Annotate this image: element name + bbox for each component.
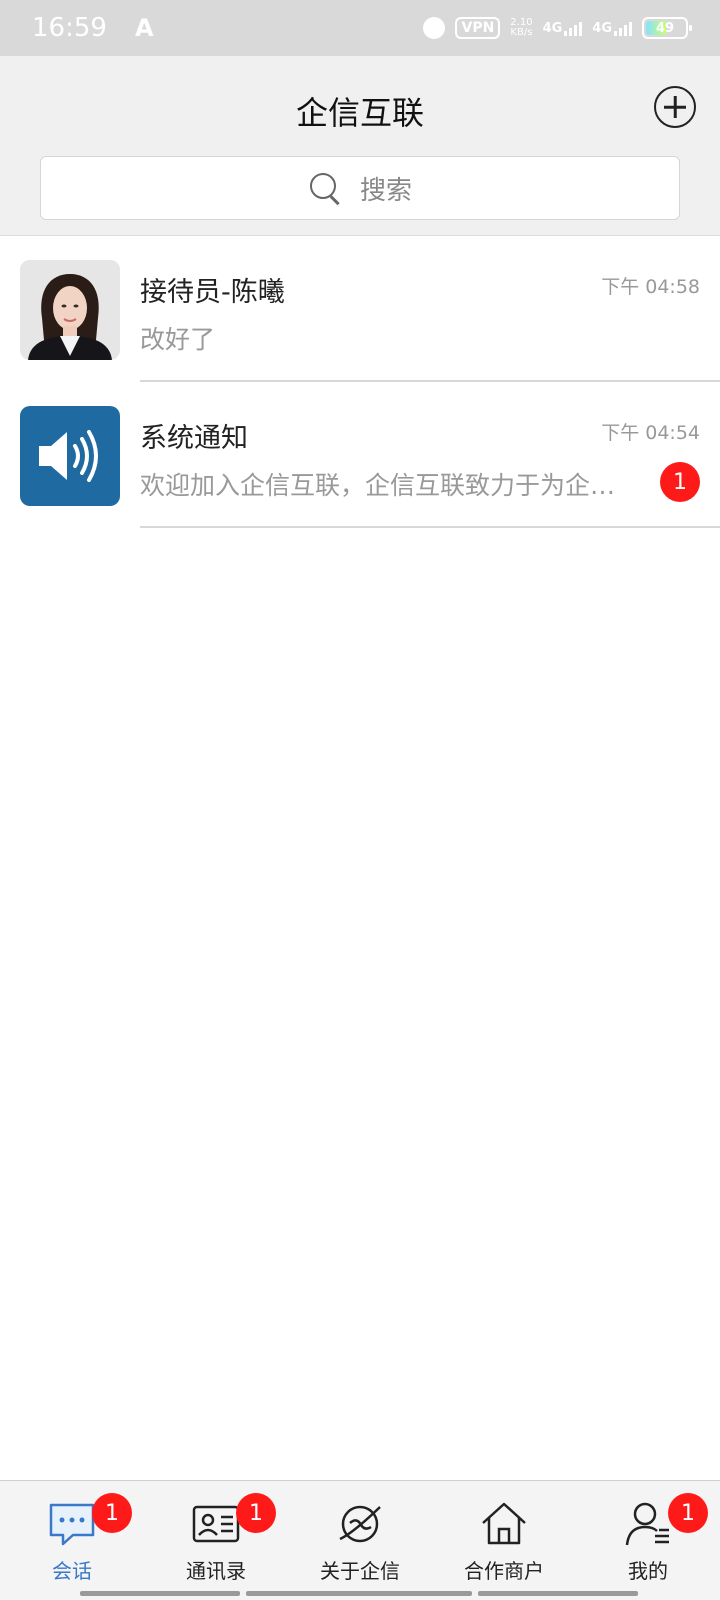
status-bar: 16:59 A VPN 2.10 KB/s 4G 4G 49	[0, 0, 720, 56]
accessibility-icon: A	[134, 14, 154, 42]
app-header: 企信互联 搜索	[0, 56, 720, 236]
conversation-preview: 欢迎加入企信互联，企信互联致力于为企业打造全新	[140, 471, 620, 500]
signal-1-label: 4G	[542, 21, 563, 36]
nav-item-contacts[interactable]: 通讯录 1	[144, 1481, 288, 1600]
nav-label: 通讯录	[186, 1559, 246, 1583]
conversation-name: 系统通知	[140, 423, 248, 454]
conversation-time: 下午 04:54	[601, 422, 700, 444]
home-indicator-left	[80, 1591, 240, 1596]
profile-icon	[625, 1502, 669, 1546]
battery-icon: 49	[642, 17, 692, 39]
network-speed-unit: KB/s	[510, 27, 533, 38]
divider	[140, 526, 720, 528]
conversation-item[interactable]: 系统通知 下午 04:54 欢迎加入企信互联，企信互联致力于为企业打造全新 1	[0, 382, 720, 528]
search-input[interactable]: 搜索	[40, 156, 680, 220]
person-photo-icon	[20, 260, 120, 360]
alarm-icon	[423, 17, 446, 39]
unread-badge: 1	[668, 1493, 708, 1533]
signal-2-label: 4G	[592, 21, 612, 36]
conversation-name: 接待员-陈曦	[140, 277, 285, 308]
conversation-preview: 改好了	[140, 325, 216, 354]
signal-bars-icon	[564, 20, 583, 36]
chat-bubble-icon	[49, 1503, 95, 1546]
nav-item-chat[interactable]: 会话 1	[0, 1481, 144, 1600]
nav-item-me[interactable]: 我的 1	[576, 1481, 720, 1600]
unread-badge: 1	[92, 1493, 132, 1533]
speaker-icon	[20, 406, 120, 506]
nav-label: 会话	[52, 1559, 92, 1583]
nav-label: 关于企信	[320, 1559, 400, 1583]
add-button[interactable]	[654, 86, 696, 128]
home-icon	[482, 1502, 526, 1545]
status-time: 16:59	[32, 13, 107, 43]
unread-badge: 1	[660, 462, 700, 502]
search-placeholder: 搜索	[359, 175, 412, 206]
nav-label: 我的	[628, 1559, 668, 1583]
contact-card-icon	[192, 1505, 240, 1543]
page-title: 企信互联	[295, 94, 424, 132]
network-speed: 2.10 KB/s	[510, 18, 532, 38]
battery-level: 49	[655, 20, 675, 36]
home-indicator-right	[478, 1591, 638, 1596]
conversation-list: 接待员-陈曦 下午 04:58 改好了 系统通知 下午 04:54 欢迎加入企信…	[0, 236, 720, 528]
home-indicator-center	[246, 1591, 472, 1596]
vpn-indicator: VPN	[455, 17, 501, 39]
conversation-time: 下午 04:58	[601, 276, 700, 298]
nav-item-about[interactable]: 关于企信	[288, 1481, 432, 1600]
search-icon	[308, 171, 342, 205]
bottom-nav: 会话 1 通讯录 1 关于企信 合作商户 我的 1	[0, 1480, 720, 1600]
signal-2: 4G	[592, 20, 632, 36]
planet-icon	[339, 1505, 381, 1543]
nav-label: 合作商户	[464, 1559, 544, 1583]
nav-item-merchants[interactable]: 合作商户	[432, 1481, 576, 1600]
unread-badge: 1	[236, 1493, 276, 1533]
conversation-item[interactable]: 接待员-陈曦 下午 04:58 改好了	[0, 236, 720, 382]
signal-1: 4G	[543, 20, 583, 36]
signal-bars-icon	[614, 20, 632, 36]
